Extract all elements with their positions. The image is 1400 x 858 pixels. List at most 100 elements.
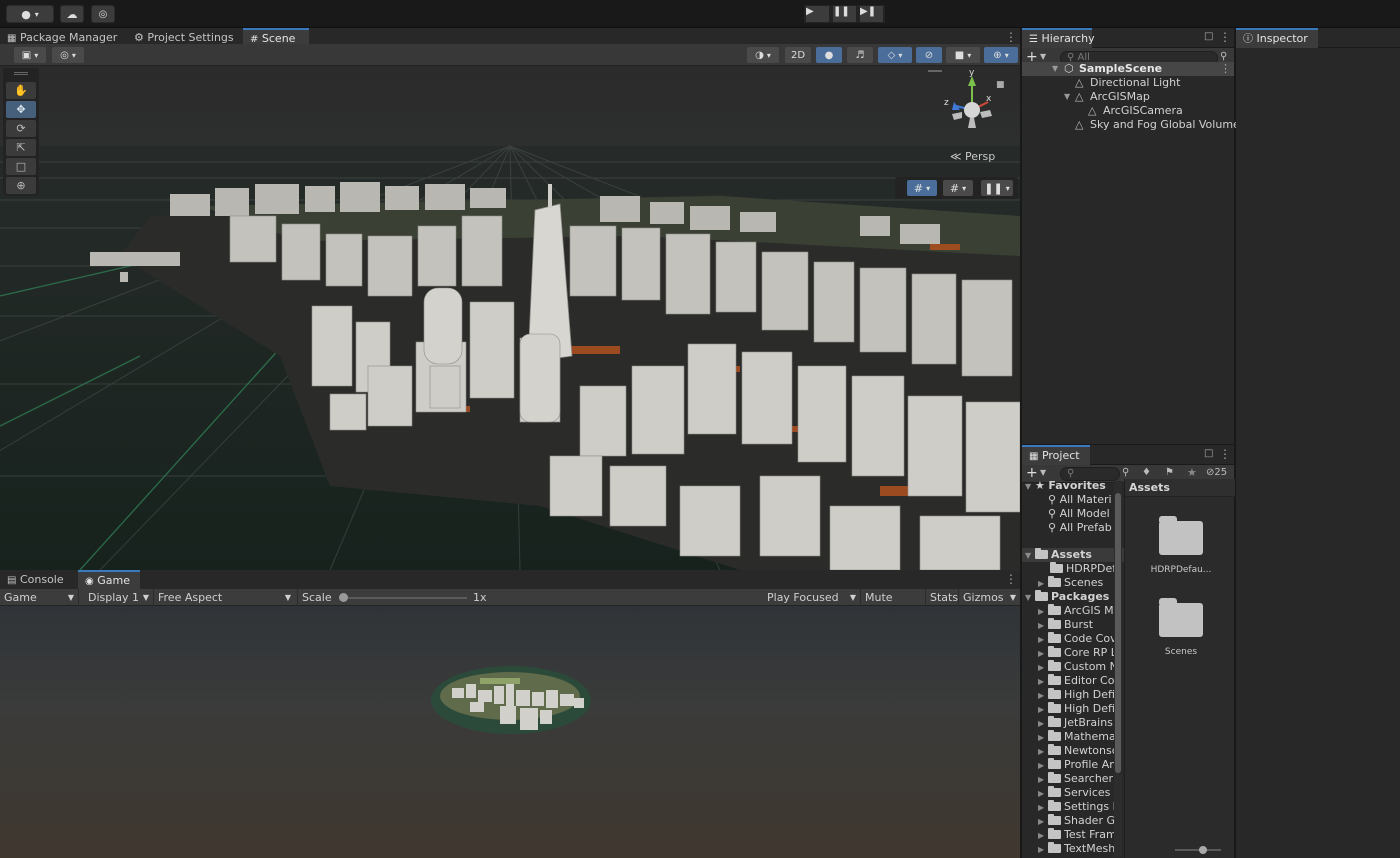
tab-inspector[interactable]: ⓘ Inspector: [1236, 28, 1318, 48]
lock-icon[interactable]: ■: [996, 80, 1005, 90]
expand-arrow-icon[interactable]: ▼: [1052, 62, 1058, 76]
scene-viewport[interactable]: y z x ■ ≪ Persp # ▾ # ▾ ❚❚ ▾: [0, 66, 1020, 570]
hierarchy-item[interactable]: △ ArcGISCamera: [1022, 104, 1234, 118]
panel-menu-icon[interactable]: ⋮: [1219, 30, 1231, 44]
package-folder[interactable]: ▶ Settings M: [1038, 800, 1122, 814]
pivot-dropdown[interactable]: ◎ ▾: [52, 47, 84, 63]
lock-icon[interactable]: □: [1204, 31, 1213, 42]
hierarchy-item[interactable]: △ Directional Light: [1022, 76, 1234, 90]
stats-button[interactable]: Stats: [926, 589, 959, 606]
package-folder[interactable]: ▶ High Defi: [1038, 688, 1115, 702]
aspect-dropdown[interactable]: Free Aspect ▼: [154, 589, 298, 606]
audio-toggle[interactable]: ♬: [847, 47, 873, 63]
move-tool[interactable]: ✥: [6, 101, 36, 118]
package-folder[interactable]: ▶ Newtonsc: [1038, 744, 1118, 758]
lock-icon[interactable]: □: [1204, 448, 1213, 459]
draw-mode-dropdown[interactable]: ◑ ▾: [747, 47, 779, 63]
projection-toggle[interactable]: ≪ Persp: [950, 150, 995, 163]
expand-arrow-icon[interactable]: ▼: [1064, 90, 1070, 104]
asset-folder[interactable]: HDRPDef: [1050, 562, 1116, 576]
play-button[interactable]: ▶: [804, 5, 831, 23]
scene-row[interactable]: ▼ ⬡ SampleScene ⋮: [1022, 62, 1234, 76]
package-folder[interactable]: ▶ Code Cov: [1038, 632, 1117, 646]
drag-handle-icon[interactable]: [14, 72, 28, 75]
pause-button[interactable]: ❚❚: [831, 5, 858, 23]
asset-grid-item[interactable]: HDRPDefau...: [1141, 513, 1221, 583]
step-button[interactable]: ▶❚: [858, 5, 885, 23]
game-viewport[interactable]: [0, 606, 1020, 858]
package-folder[interactable]: ▶ Test Fram: [1038, 828, 1117, 842]
increment-snap-dropdown[interactable]: ❚❚ ▾: [981, 180, 1013, 196]
filter-type-icon[interactable]: ♦: [1142, 467, 1151, 478]
search-filter-icon[interactable]: ⚲: [1220, 51, 1227, 62]
orientation-gizmo[interactable]: y z x: [940, 68, 1004, 142]
package-folder[interactable]: ▶ Services: [1038, 786, 1110, 800]
scene-menu-icon[interactable]: ⋮: [1220, 62, 1231, 76]
hierarchy-item[interactable]: △ Sky and Fog Global Volume: [1022, 118, 1240, 132]
panel-menu-icon[interactable]: ⋮: [1005, 572, 1017, 586]
scale-slider-track[interactable]: [339, 593, 467, 602]
breadcrumb-label[interactable]: Assets: [1129, 481, 1170, 494]
assets-folder-row[interactable]: ▼ Assets: [1022, 548, 1124, 562]
cloud-button[interactable]: ☁: [60, 5, 84, 23]
label-tag-icon[interactable]: ⚑: [1165, 467, 1174, 478]
hierarchy-item[interactable]: ▼ △ ArcGISMap: [1022, 90, 1234, 104]
toggle-2d-button[interactable]: 2D: [785, 47, 811, 63]
display-dropdown[interactable]: Display 1 ▼: [84, 589, 154, 606]
package-folder[interactable]: ▶ Editor Co: [1038, 674, 1114, 688]
tab-hierarchy[interactable]: ☰ Hierarchy: [1022, 28, 1095, 48]
dropdown-arrow-icon[interactable]: ▼: [1040, 52, 1046, 61]
package-folder[interactable]: ▶ Core RP L: [1038, 646, 1117, 660]
hidden-packages-toggle[interactable]: ⊘25: [1206, 467, 1227, 478]
tab-console[interactable]: ▤ Console: [0, 570, 71, 590]
package-folder[interactable]: ▶ ArcGIS M: [1038, 604, 1114, 618]
hidden-objects-toggle[interactable]: ⊘: [916, 47, 942, 63]
package-folder[interactable]: ▶ TextMesh: [1038, 842, 1115, 856]
grid-snap-dropdown[interactable]: # ▾: [943, 180, 973, 196]
package-folder[interactable]: ▶ Burst: [1038, 618, 1093, 632]
gizmos-dropdown[interactable]: ⊕ ▾: [984, 47, 1018, 63]
packages-folder-row[interactable]: ▼ Packages: [1025, 590, 1109, 604]
icon-size-slider[interactable]: [1175, 846, 1221, 854]
effects-dropdown[interactable]: ◇ ▾: [878, 47, 912, 63]
tab-game[interactable]: ◉ Game: [78, 570, 140, 590]
slider-thumb[interactable]: [1199, 846, 1207, 854]
scale-tool[interactable]: ⇱: [6, 139, 36, 156]
grid-visibility-dropdown[interactable]: # ▾: [907, 180, 937, 196]
hand-tool[interactable]: ✋: [6, 82, 36, 99]
transform-tool[interactable]: ⊕: [6, 177, 36, 194]
asset-folder[interactable]: ▶ Scenes: [1038, 576, 1103, 590]
lighting-toggle[interactable]: ●: [816, 47, 842, 63]
play-focused-dropdown[interactable]: Play Focused ▼: [763, 589, 861, 606]
camera-dropdown[interactable]: ■ ▾: [946, 47, 980, 63]
package-folder[interactable]: ▶ High Defi: [1038, 702, 1115, 716]
scale-slider-thumb[interactable]: [339, 593, 348, 602]
package-folder[interactable]: ▶ Shader G: [1038, 814, 1115, 828]
package-folder[interactable]: ▶ JetBrains: [1038, 716, 1113, 730]
mute-audio-button[interactable]: Mute Audio: [861, 589, 926, 621]
favorite-item[interactable]: ⚲ All Prefab: [1048, 521, 1112, 535]
scrollbar-thumb[interactable]: [1115, 493, 1121, 773]
asset-grid-item[interactable]: Scenes: [1141, 595, 1221, 665]
favorite-item[interactable]: ⚲ All Materi: [1048, 493, 1112, 507]
drag-handle-icon[interactable]: [928, 70, 942, 72]
rect-tool[interactable]: □: [6, 158, 36, 175]
star-icon[interactable]: ★: [1187, 466, 1197, 479]
favorite-item[interactable]: ⚲ All Model: [1048, 507, 1110, 521]
search-filter-icon[interactable]: ⚲: [1122, 467, 1129, 478]
tool-handle-dropdown[interactable]: ▣ ▾: [14, 47, 46, 63]
package-folder[interactable]: ▶ Mathema: [1038, 730, 1116, 744]
account-dropdown[interactable]: ● ▾: [6, 5, 54, 23]
favorites-header[interactable]: ▼ ★ Favorites: [1025, 479, 1106, 493]
collab-button[interactable]: ◎: [91, 5, 115, 23]
view-mode-dropdown[interactable]: Game ▼: [0, 589, 79, 606]
gizmos-dropdown[interactable]: Gizmos ▼: [959, 589, 1020, 606]
panel-menu-icon[interactable]: ⋮: [1005, 30, 1017, 44]
panel-menu-icon[interactable]: ⋮: [1219, 447, 1231, 461]
tree-scrollbar[interactable]: [1114, 481, 1122, 857]
rotate-tool[interactable]: ⟳: [6, 120, 36, 137]
dropdown-arrow-icon[interactable]: ▼: [1040, 468, 1046, 477]
tab-project[interactable]: ▦ Project: [1022, 445, 1090, 465]
package-folder[interactable]: ▶ Searcher: [1038, 772, 1113, 786]
package-folder[interactable]: ▶ Profile An: [1038, 758, 1116, 772]
